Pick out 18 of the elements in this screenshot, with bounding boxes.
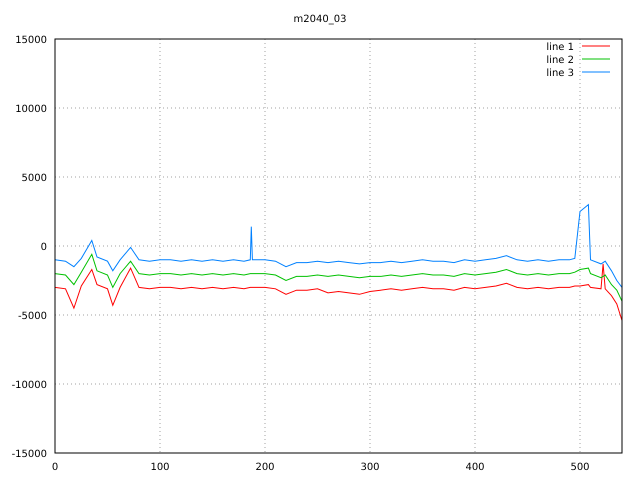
x-tick-label: 0: [52, 462, 58, 473]
x-tick-label: 300: [360, 462, 380, 473]
y-tick-label: 0: [40, 242, 47, 253]
y-tick-label: -5000: [18, 311, 47, 322]
legend-line-sample: [582, 58, 610, 60]
x-tick-label: 100: [150, 462, 170, 473]
legend-label: line 2: [546, 55, 574, 66]
legend-label: line 1: [546, 42, 574, 53]
y-tick-label: 10000: [15, 104, 47, 115]
x-tick-label: 500: [570, 462, 590, 473]
x-tick-label: 200: [255, 462, 275, 473]
y-tick-label: 5000: [22, 173, 47, 184]
chart-title: m2040_03: [294, 14, 346, 25]
legend-label: line 3: [546, 68, 574, 79]
x-tick-label: 400: [465, 462, 485, 473]
y-tick-label: -15000: [12, 449, 47, 460]
y-tick-label: 15000: [15, 35, 47, 46]
y-tick-label: -10000: [12, 380, 47, 391]
